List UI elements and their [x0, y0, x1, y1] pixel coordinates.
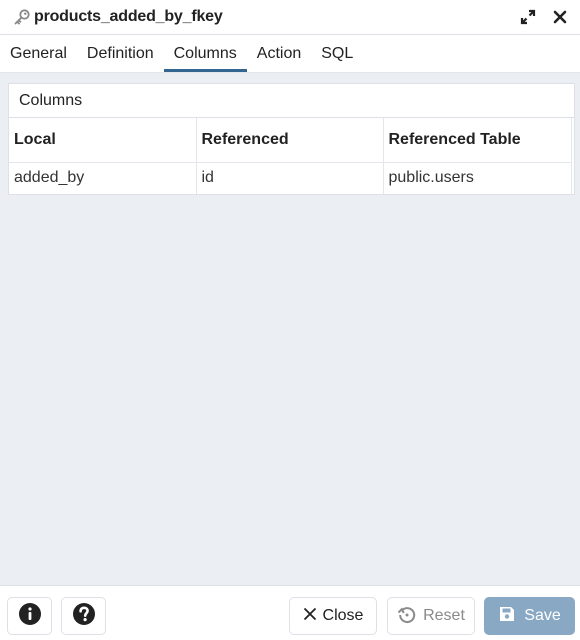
- tab-label: General: [10, 44, 67, 62]
- close-icon[interactable]: [550, 6, 570, 28]
- reset-button[interactable]: Reset: [387, 597, 475, 635]
- help-icon: [72, 602, 96, 631]
- help-button[interactable]: [61, 597, 106, 635]
- dialog-footer: Close Reset Save: [0, 585, 580, 640]
- table-row[interactable]: added_by id public.users: [9, 162, 572, 194]
- reset-button-label: Reset: [423, 607, 465, 624]
- save-icon: [498, 605, 516, 628]
- tab-label: Action: [256, 44, 302, 62]
- close-x-icon: [303, 607, 317, 626]
- tab-general[interactable]: General: [0, 35, 77, 72]
- tab-definition[interactable]: Definition: [77, 35, 164, 72]
- save-button-label: Save: [524, 607, 561, 624]
- info-icon: [18, 602, 42, 631]
- tab-sql[interactable]: SQL: [311, 35, 363, 72]
- tab-label: Columns: [173, 44, 237, 62]
- column-header-local: Local: [9, 118, 197, 163]
- maximize-icon[interactable]: [518, 6, 538, 28]
- tab-columns[interactable]: Columns: [163, 35, 247, 72]
- columns-panel: Columns Local Referenced Referenced Tabl…: [8, 83, 575, 195]
- columns-panel-header: Columns: [9, 84, 574, 118]
- column-header-referenced: Referenced: [196, 118, 384, 163]
- tab-action[interactable]: Action: [247, 35, 311, 72]
- key-icon: [12, 7, 32, 27]
- dialog-title: products_added_by_fkey: [34, 8, 223, 25]
- close-button-label: Close: [322, 607, 364, 624]
- tab-label: Definition: [86, 44, 154, 62]
- info-button[interactable]: [7, 597, 52, 635]
- tab-bar: General Definition Columns Action SQL: [0, 35, 580, 73]
- tab-label: SQL: [321, 44, 354, 62]
- cell-referenced-table[interactable]: public.users: [383, 162, 572, 194]
- dialog-content: Columns Local Referenced Referenced Tabl…: [0, 73, 580, 585]
- cell-referenced[interactable]: id: [196, 162, 384, 194]
- save-button[interactable]: Save: [484, 597, 575, 635]
- dialog-titlebar: products_added_by_fkey: [0, 0, 580, 35]
- table-header-row: Local Referenced Referenced Table: [9, 118, 572, 163]
- cell-local[interactable]: added_by: [9, 162, 197, 194]
- column-header-referenced-table: Referenced Table: [383, 118, 572, 163]
- close-button[interactable]: Close: [289, 597, 377, 635]
- reset-icon: [397, 604, 417, 629]
- columns-table: Local Referenced Referenced Table added_…: [9, 118, 572, 194]
